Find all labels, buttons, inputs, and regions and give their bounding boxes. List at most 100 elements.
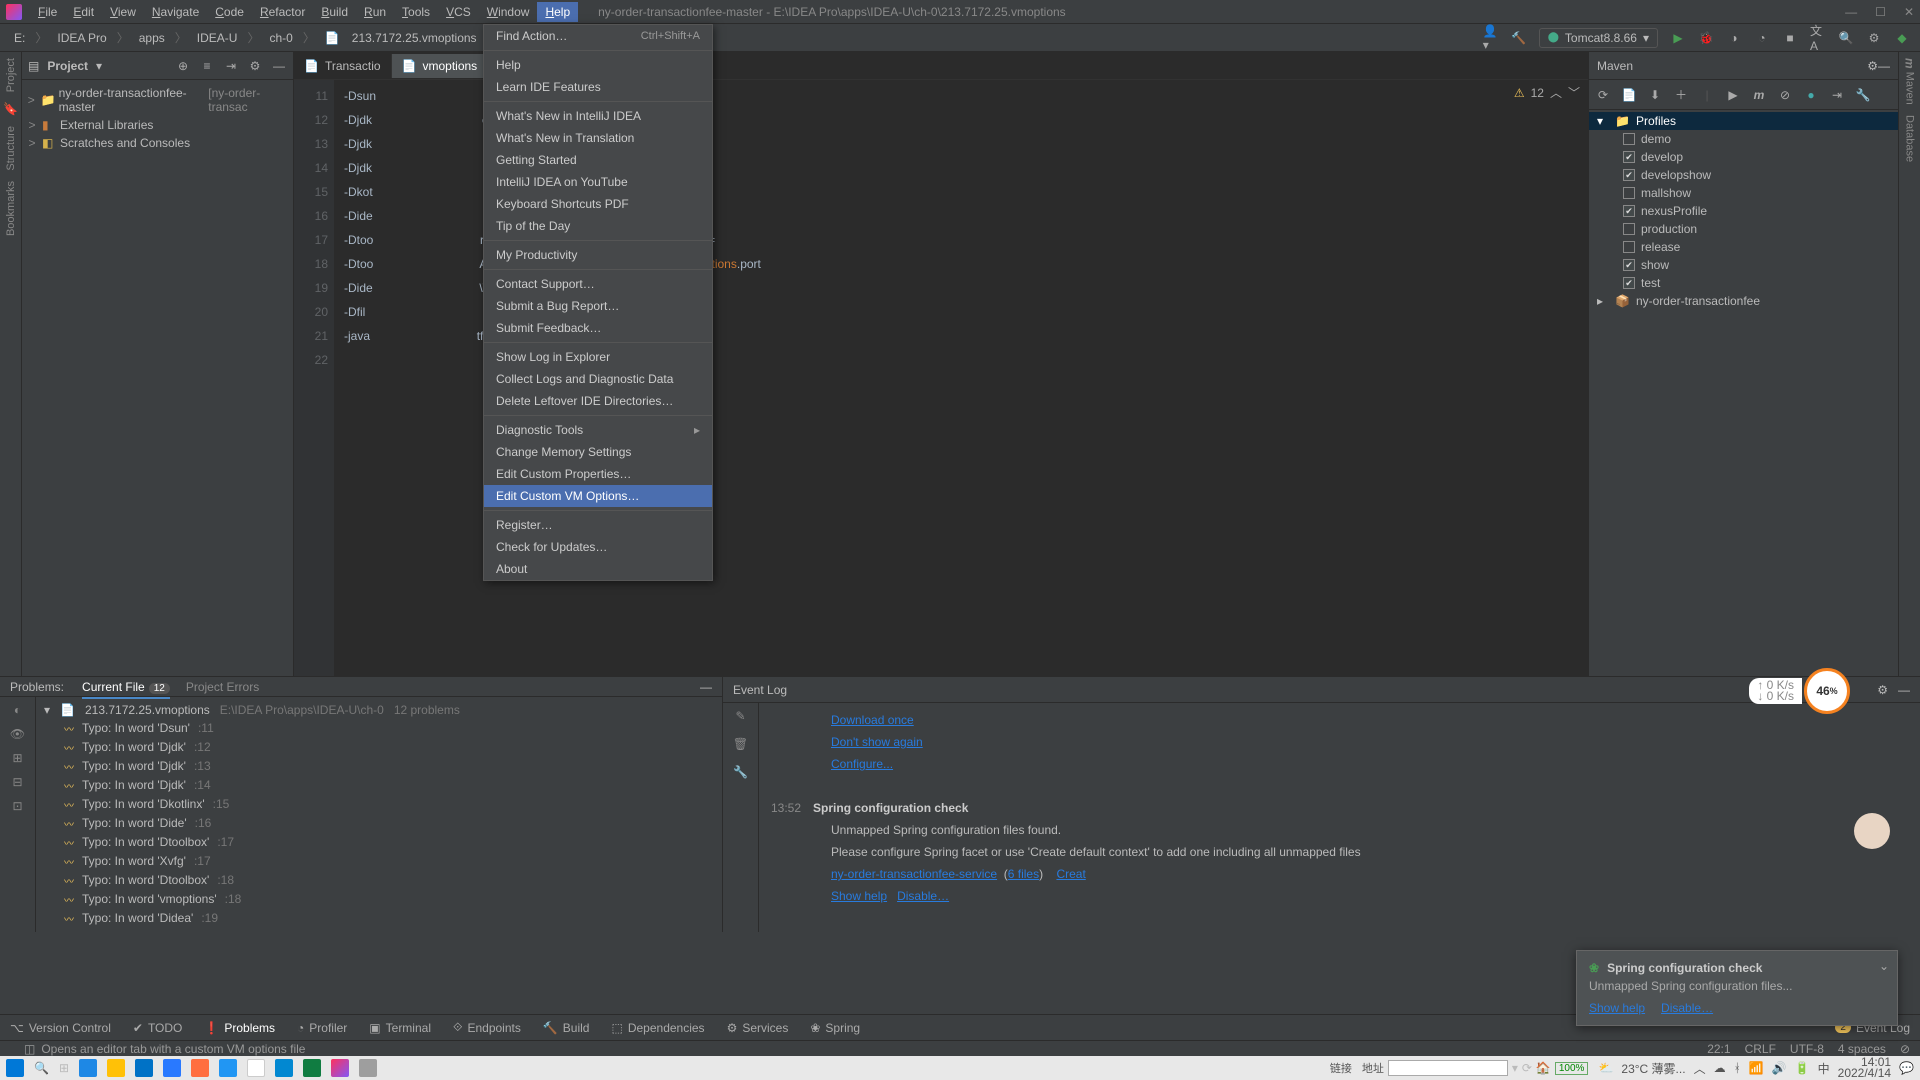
vscode-icon[interactable] [275,1059,293,1077]
toolwindows-icon[interactable]: ◫ [24,1042,35,1056]
menu-file[interactable]: File [30,2,65,22]
project-toolwin-stripe[interactable]: Project [5,58,17,92]
tree-node[interactable]: >◧Scratches and Consoles [22,134,293,152]
build-icon[interactable]: 🔨 [1511,30,1527,46]
hide-icon[interactable]: — [700,680,712,694]
menu-run[interactable]: Run [356,2,394,22]
menu-window[interactable]: Window [479,2,538,22]
project-title[interactable]: Project [47,59,88,73]
settings-icon[interactable]: ⚙ [1867,59,1878,73]
run-icon[interactable]: ▶ [1725,88,1741,102]
problem-item[interactable]: 〰Typo: In word 'Dtoolbox':18 [36,871,722,890]
maven-profile-item[interactable]: ✔developshow [1589,166,1898,184]
line-sep[interactable]: CRLF [1745,1042,1776,1056]
wrench-icon[interactable]: 🔧 [733,765,748,779]
help-menu-item[interactable]: Submit Feedback… [484,317,712,339]
problem-item[interactable]: 〰Typo: In word 'Djdk':12 [36,738,722,757]
help-menu-item[interactable]: Check for Updates… [484,536,712,558]
start-icon[interactable] [6,1059,24,1077]
run-icon[interactable]: ▶ [1670,30,1686,46]
toolwindow-endpoints[interactable]: ⟐Endpoints [453,1020,521,1035]
weather-icon[interactable]: ⛅ [1598,1061,1613,1075]
hide-icon[interactable]: — [1878,59,1890,73]
app-icon[interactable] [359,1059,377,1077]
ime-icon[interactable]: 中 [1818,1060,1830,1077]
home-icon[interactable]: 🏠 [1536,1061,1551,1075]
encoding[interactable]: UTF-8 [1790,1042,1824,1056]
breadcrumb-item[interactable]: E: [10,29,29,47]
maven-profile-item[interactable]: mallshow [1589,184,1898,202]
event-link[interactable]: Configure... [831,757,893,771]
wifi-icon[interactable]: 📶 [1749,1061,1764,1075]
hide-icon[interactable]: — [271,59,287,73]
toolwindow-services[interactable]: ⚙Services [727,1021,789,1035]
battery-icon[interactable]: 🔋 [1795,1061,1810,1075]
problems-tab[interactable]: Project Errors [186,680,259,694]
menu-code[interactable]: Code [207,2,252,22]
toolwindow-todo[interactable]: ✔TODO [133,1021,183,1035]
help-menu-item[interactable]: Keyboard Shortcuts PDF [484,193,712,215]
profile-icon[interactable]: ◔ [1754,30,1770,46]
edit-icon[interactable]: ✎ [735,709,745,723]
menu-help[interactable]: Help [537,2,578,22]
hide-icon[interactable]: — [1898,683,1910,697]
help-menu-item[interactable]: My Productivity [484,244,712,266]
tree-node[interactable]: >📁ny-order-transactionfee-master [ny-ord… [22,84,293,116]
collapse-icon[interactable]: ⊟ [12,775,22,789]
prev-highlight-icon[interactable]: ︿ [1550,84,1562,101]
help-menu-item[interactable]: What's New in Translation [484,127,712,149]
help-menu-item[interactable]: Contact Support… [484,273,712,295]
toolwindow-profiler[interactable]: ◔Profiler [297,1021,347,1035]
autoscroll-icon[interactable]: ⊡ [12,799,22,813]
zoom-level[interactable]: 100% [1555,1062,1589,1075]
volume-icon[interactable]: 🔊 [1772,1061,1787,1075]
mail-icon[interactable] [135,1059,153,1077]
problem-item[interactable]: 〰Typo: In word 'Djdk':14 [36,776,722,795]
expand-icon[interactable]: ⊞ [12,751,22,765]
help-menu-item[interactable]: About [484,558,712,580]
maven-profile-item[interactable]: release [1589,238,1898,256]
menu-navigate[interactable]: Navigate [144,2,207,22]
help-menu-item[interactable]: Submit a Bug Report… [484,295,712,317]
problem-item[interactable]: 〰Typo: In word 'Dtoolbox':17 [36,833,722,852]
toolwindow-terminal[interactable]: ▣Terminal [369,1021,431,1035]
help-menu-item[interactable]: Show Log in Explorer [484,346,712,368]
toolwindow-build[interactable]: 🔨Build [543,1021,590,1035]
expand-all-icon[interactable]: ≡ [199,59,215,73]
maximize-icon[interactable]: ☐ [1875,5,1886,19]
select-opened-icon[interactable]: ⊕ [175,59,191,73]
problems-file-header[interactable]: ▾ 📄 213.7172.25.vmoptions E:\IDEA Pro\ap… [36,701,722,719]
help-menu-item[interactable]: Edit Custom Properties… [484,463,712,485]
close-icon[interactable]: ✕ [1904,5,1914,19]
collapse-all-icon[interactable]: ⇥ [223,59,239,73]
toast-expand-icon[interactable]: ⌄ [1879,959,1889,973]
event-link[interactable]: Download once [831,713,914,727]
problem-item[interactable]: 〰Typo: In word 'Dsun':11 [36,719,722,738]
maven-profile-item[interactable]: ✔develop [1589,148,1898,166]
maven-profile-item[interactable]: demo [1589,130,1898,148]
editor-tab[interactable]: 📄Transactio [294,54,392,78]
cwm-icon[interactable]: ◆ [1894,30,1910,46]
help-menu-item[interactable]: Tip of the Day [484,215,712,237]
skip-tests-icon[interactable]: ⊘ [1777,88,1793,102]
edge-icon[interactable] [79,1059,97,1077]
event-link[interactable]: Disable… [897,889,949,903]
maven-profile-item[interactable]: ✔show [1589,256,1898,274]
tree-node[interactable]: >▮External Libraries [22,116,293,134]
translate-icon[interactable]: 文A [1810,30,1826,46]
minimize-icon[interactable]: — [1845,5,1857,19]
problem-item[interactable]: 〰Typo: In word 'Xvfg':17 [36,852,722,871]
problem-item[interactable]: 〰Typo: In word 'Dide':16 [36,814,722,833]
menu-build[interactable]: Build [313,2,356,22]
menu-vcs[interactable]: VCS [438,2,479,22]
readonly-icon[interactable]: ⊘ [1900,1042,1910,1056]
add-icon[interactable]: ＋ [1673,86,1689,103]
help-menu-item[interactable]: Diagnostic Tools▸ [484,419,712,441]
help-menu-item[interactable]: Register… [484,514,712,536]
search-icon[interactable]: 🔍 [1838,30,1854,46]
taskview-icon[interactable]: ⊞ [59,1061,69,1075]
maven-project-node[interactable]: ▸📦ny-order-transactionfee [1589,292,1898,310]
firefox-icon[interactable] [191,1059,209,1077]
caret-pos[interactable]: 22:1 [1707,1042,1730,1056]
menu-edit[interactable]: Edit [65,2,102,22]
